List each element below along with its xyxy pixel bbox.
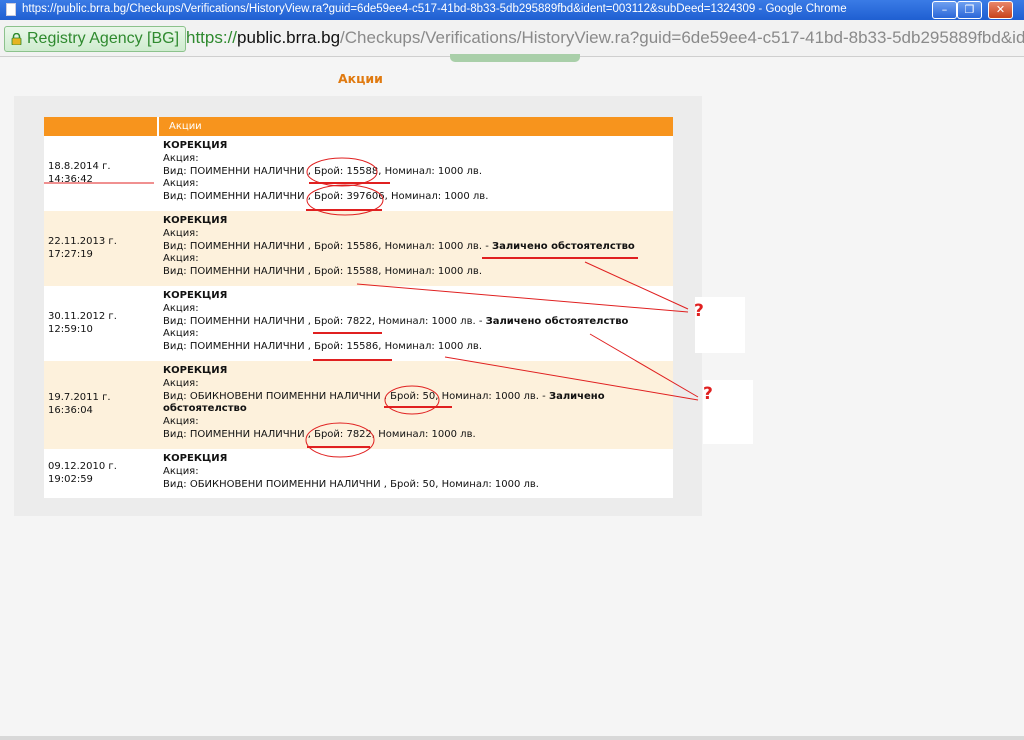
row-line: Вид: ПОИМЕННИ НАЛИЧНИ , Брой: 7822, Номи… — [163, 315, 629, 327]
row-line: Акция: — [163, 465, 199, 477]
row-date: 18.8.2014 г. 14:36:42 — [48, 160, 111, 185]
row-body: КОРЕКЦИЯ Акция: Вид: ОБИКНОВЕНИ ПОИМЕННИ… — [157, 361, 673, 449]
table-row: 19.7.2011 г. 16:36:04 КОРЕКЦИЯ Акция: Ви… — [44, 361, 673, 449]
url-host: public.brra.bg — [237, 28, 341, 47]
row-body: КОРЕКЦИЯ Акция: Вид: ПОИМЕННИ НАЛИЧНИ , … — [157, 286, 673, 361]
row-line: Акция: — [163, 302, 199, 314]
minimize-button[interactable]: – — [932, 1, 957, 19]
row-kind: КОРЕКЦИЯ — [163, 453, 228, 464]
page-icon — [6, 3, 16, 16]
tab-indicator — [450, 54, 580, 62]
security-badge[interactable]: Registry Agency [BG] — [4, 26, 187, 52]
removed-status: Заличено обстоятелство — [485, 315, 629, 327]
window-title: https://public.brra.bg/Checkups/Verifica… — [22, 3, 847, 15]
row-line: Акция: — [163, 152, 199, 164]
url-field[interactable]: https://public.brra.bg/Checkups/Verifica… — [186, 26, 1024, 50]
row-line: Вид: ПОИМЕННИ НАЛИЧНИ , Брой: 397606, Но… — [163, 191, 489, 203]
row-kind: КОРЕКЦИЯ — [163, 140, 228, 151]
row-line: Акция: — [163, 416, 199, 428]
removed-status: Заличено обстоятелство — [491, 240, 635, 252]
row-line: Акция: — [163, 227, 199, 239]
status-strip — [0, 736, 1024, 740]
header-shares-cell: Акции — [157, 117, 673, 136]
security-badge-label: Registry Agency [BG] — [27, 30, 180, 47]
row-line: Акция: — [163, 328, 199, 340]
row-date: 22.11.2013 г. 17:27:19 — [48, 235, 117, 260]
row-line: Акция: — [163, 253, 199, 265]
row-body: КОРЕКЦИЯ Акция: Вид: ОБИКНОВЕНИ ПОИМЕННИ… — [157, 449, 673, 498]
table-row: 18.8.2014 г. 14:36:42 КОРЕКЦИЯ Акция: Ви… — [44, 136, 673, 211]
row-line: Вид: ПОИМЕННИ НАЛИЧНИ , Брой: 15588, Ном… — [163, 266, 483, 278]
row-line: Вид: ПОИМЕННИ НАЛИЧНИ , Брой: 15586, Ном… — [163, 240, 635, 252]
row-line: Вид: ПОИМЕННИ НАЛИЧНИ , Брой: 15586, Ном… — [163, 341, 483, 353]
row-line: Вид: ПОИМЕННИ НАЛИЧНИ , Брой: 7822, Номи… — [163, 428, 476, 440]
row-line: Вид: ОБИКНОВЕНИ ПОИМЕННИ НАЛИЧНИ , Брой:… — [163, 478, 539, 490]
row-line: Вид: ПОИМЕННИ НАЛИЧНИ , Брой: 15588, Ном… — [163, 165, 483, 177]
page-title: Акции — [338, 71, 383, 86]
row-kind: КОРЕКЦИЯ — [163, 290, 228, 301]
table-header: Акции — [44, 117, 673, 136]
row-kind: КОРЕКЦИЯ — [163, 215, 228, 226]
table-row: 30.11.2012 г. 12:59:10 КОРЕКЦИЯ Акция: В… — [44, 286, 673, 361]
url-path: /Checkups/Verifications/HistoryView.ra?g… — [340, 28, 1024, 47]
maximize-button[interactable]: ❐ — [957, 1, 982, 19]
row-line: Акция: — [163, 377, 199, 389]
row-body: КОРЕКЦИЯ Акция: Вид: ПОИМЕННИ НАЛИЧНИ , … — [157, 211, 673, 286]
row-line: Вид: ОБИКНОВЕНИ ПОИМЕННИ НАЛИЧНИ , Брой:… — [163, 390, 605, 415]
row-kind: КОРЕКЦИЯ — [163, 365, 228, 376]
table-row: 09.12.2010 г. 19:02:59 КОРЕКЦИЯ Акция: В… — [44, 449, 673, 498]
lock-icon — [11, 33, 22, 45]
question-mark-annotation: ? — [703, 384, 713, 404]
url-scheme: https:// — [186, 28, 238, 47]
close-button[interactable]: ✕ — [988, 1, 1013, 19]
row-date: 09.12.2010 г. 19:02:59 — [48, 460, 117, 485]
window-titlebar: https://public.brra.bg/Checkups/Verifica… — [0, 0, 1024, 20]
address-bar[interactable]: Registry Agency [BG] https://public.brra… — [0, 20, 1024, 57]
row-date: 30.11.2012 г. 12:59:10 — [48, 310, 117, 335]
row-date: 19.7.2011 г. 16:36:04 — [48, 392, 111, 416]
row-line: Акция: — [163, 178, 199, 190]
question-mark-annotation: ? — [694, 301, 704, 321]
table-row: 22.11.2013 г. 17:27:19 КОРЕКЦИЯ Акция: В… — [44, 211, 673, 286]
header-date-cell — [44, 117, 157, 136]
history-table: Акции 18.8.2014 г. 14:36:42 КОРЕКЦИЯ Акц… — [44, 117, 673, 498]
row-body: КОРЕКЦИЯ Акция: Вид: ПОИМЕННИ НАЛИЧНИ , … — [157, 136, 673, 211]
